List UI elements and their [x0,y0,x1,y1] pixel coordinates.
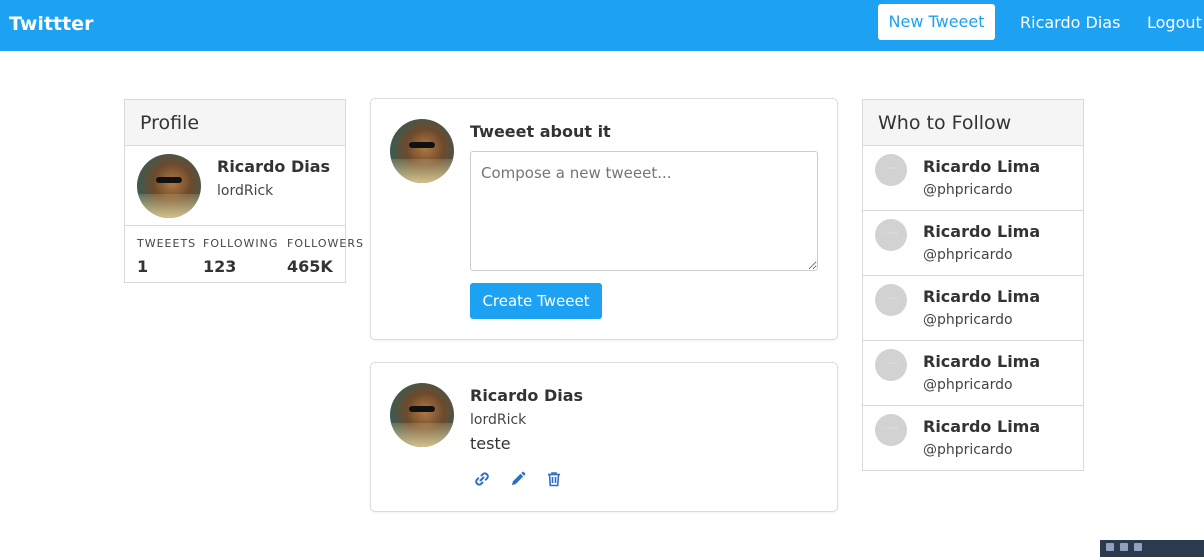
follow-handle: @phpricardo [923,182,1013,198]
compose-heading: Tweeet about it [470,122,611,141]
stat-value-followers: 465K [287,257,333,276]
compose-avatar [390,119,454,183]
tray-icon[interactable] [1134,543,1142,551]
profile-divider [125,225,345,226]
follow-name[interactable]: Ricardo Lima [923,352,1040,371]
follow-name[interactable]: Ricardo Lima [923,157,1040,176]
follow-item[interactable]: ····· Ricardo Lima @phpricardo [863,341,1083,406]
tray-icon[interactable] [1120,543,1128,551]
trash-icon[interactable] [545,470,563,488]
user-profile-link[interactable]: Ricardo Dias [1020,13,1120,32]
follow-name[interactable]: Ricardo Lima [923,222,1040,241]
profile-name[interactable]: Ricardo Dias [217,157,330,176]
tweet-author-handle: lordRick [470,412,527,428]
stat-label-followers: FOLLOWERS [287,237,364,250]
create-tweet-button[interactable]: Create Tweeet [470,283,602,319]
profile-heading: Profile [125,100,345,146]
tweet-compose-input[interactable] [470,151,818,271]
edit-icon[interactable] [509,470,527,488]
follow-item[interactable]: ····· Ricardo Lima @phpricardo [863,211,1083,276]
follow-handle: @phpricardo [923,312,1013,328]
follow-name[interactable]: Ricardo Lima [923,287,1040,306]
follow-avatar: ····· [875,349,907,381]
profile-avatar[interactable] [137,154,201,218]
follow-avatar: ····· [875,154,907,186]
stat-value-tweets: 1 [137,257,149,276]
follow-handle: @phpricardo [923,377,1013,393]
link-icon[interactable] [473,470,491,488]
tweet-avatar[interactable] [390,383,454,447]
top-navbar: Twittter New Tweeet Ricardo Dias Logout [0,0,1204,51]
new-tweet-button[interactable]: New Tweeet [878,4,995,40]
tweet-author-name[interactable]: Ricardo Dias [470,386,583,405]
follow-handle: @phpricardo [923,442,1013,458]
follow-name[interactable]: Ricardo Lima [923,417,1040,436]
stat-value-following: 123 [203,257,237,276]
follow-item[interactable]: ····· Ricardo Lima @phpricardo [863,276,1083,341]
follow-avatar: ····· [875,284,907,316]
follow-item[interactable]: ····· Ricardo Lima @phpricardo [863,146,1083,211]
follow-item[interactable]: ····· Ricardo Lima @phpricardo [863,406,1083,471]
who-to-follow-heading: Who to Follow [863,100,1083,146]
stat-label-following: FOLLOWING [203,237,279,250]
tweet-text: teste [470,434,511,453]
follow-avatar: ····· [875,414,907,446]
profile-handle: lordRick [217,183,274,199]
stat-label-tweets: TWEEETS [137,237,197,250]
system-tray [1100,540,1204,557]
logout-link[interactable]: Logout [1147,13,1202,32]
follow-handle: @phpricardo [923,247,1013,263]
tray-icon[interactable] [1106,543,1114,551]
brand-logo[interactable]: Twittter [9,13,93,35]
follow-avatar: ····· [875,219,907,251]
